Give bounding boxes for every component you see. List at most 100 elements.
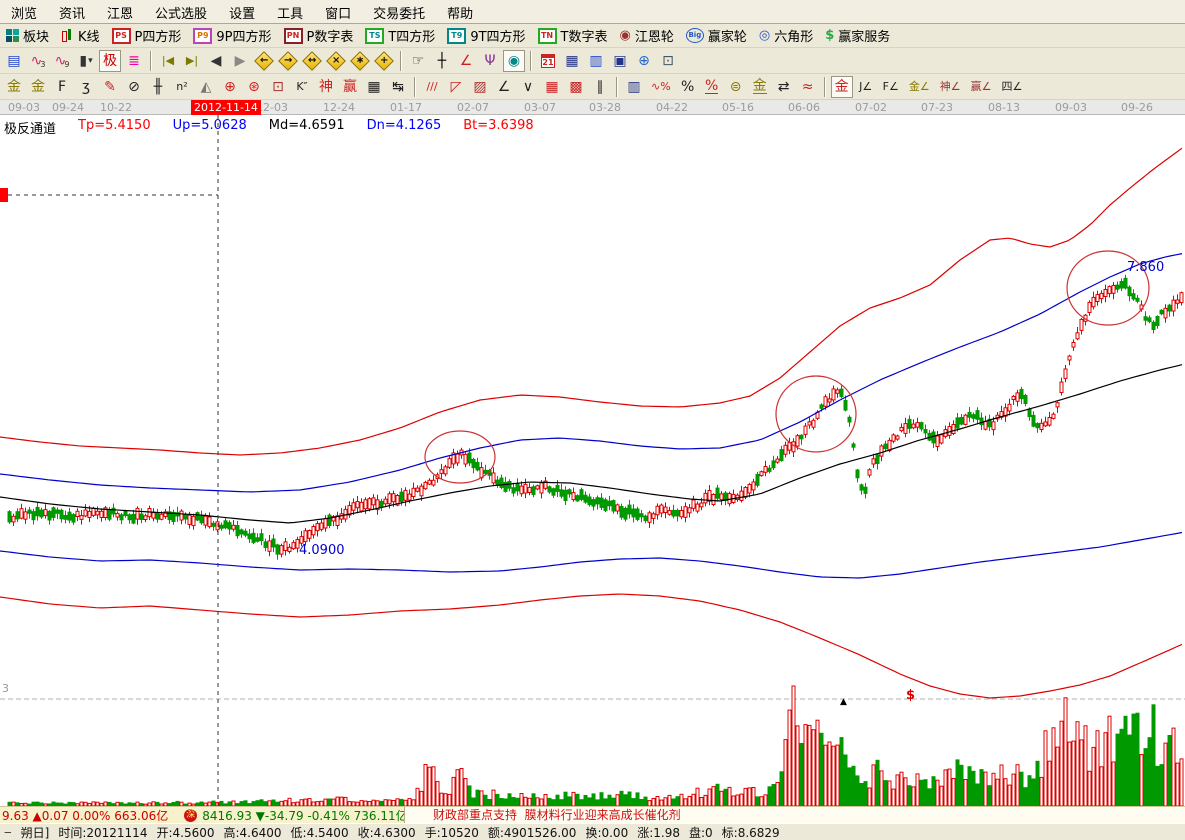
tool-mirror[interactable]: ◭ bbox=[195, 76, 217, 98]
tool-info-panel[interactable]: ▤ bbox=[3, 50, 25, 72]
tool-scale-panel[interactable]: ▥ bbox=[623, 76, 645, 98]
dropdown-arrow-icon[interactable]: ▾ bbox=[88, 56, 93, 66]
quote-field-7: 手:10520 bbox=[425, 824, 479, 840]
tool-calculator[interactable]: ▦ bbox=[561, 50, 583, 72]
tool-hexagon[interactable]: ◎六角形 bbox=[759, 26, 813, 45]
menu-item-8[interactable]: 交易委托 bbox=[362, 0, 436, 25]
k-mark-icon: K″ bbox=[296, 81, 307, 92]
tool-fan-triangle[interactable]: ◸ bbox=[445, 76, 467, 98]
menu-item-6[interactable]: 工具 bbox=[266, 0, 314, 25]
tool-parallel-lines[interactable]: ∥ bbox=[589, 76, 611, 98]
tool-shift-right[interactable]: → bbox=[277, 50, 299, 72]
tool-gold-ratio[interactable]: 金 bbox=[3, 76, 25, 98]
scroll-left-icon[interactable]: ‒ bbox=[4, 825, 12, 839]
tool-gold-angle-2[interactable]: 金∠ bbox=[905, 76, 934, 98]
tool-v-lines[interactable]: ∨ bbox=[517, 76, 539, 98]
tool-shen-angle[interactable]: 神∠ bbox=[936, 76, 965, 98]
menu-item-4[interactable]: 公式选股 bbox=[144, 0, 218, 25]
tool-step-forward[interactable]: ▶ bbox=[229, 50, 251, 72]
tool-blocks[interactable]: 板块 bbox=[6, 26, 49, 45]
tool-percent[interactable]: % bbox=[677, 76, 699, 98]
toolbar-separator bbox=[414, 77, 416, 97]
tool-zoom-out[interactable]: ∗ bbox=[349, 50, 371, 72]
tool-jifan-channel[interactable]: 极 bbox=[99, 50, 121, 72]
tool-tick-line[interactable]: ╫ bbox=[147, 76, 169, 98]
tool-gold-price[interactable]: 金 bbox=[27, 76, 49, 98]
chart-area[interactable]: 极反通道Tp=5.4150Up=5.0628Md=4.6591Dn=4.1265… bbox=[0, 115, 1185, 806]
tool-t-table[interactable]: TNT数字表 bbox=[538, 26, 608, 45]
tool-compress-horizontal[interactable]: × bbox=[325, 50, 347, 72]
tool-smart-tool[interactable]: ◉ bbox=[503, 50, 525, 72]
menu-item-2[interactable]: 资讯 bbox=[48, 0, 96, 25]
tool-step-back[interactable]: ◀ bbox=[205, 50, 227, 72]
tool-box-star[interactable]: ⊡ bbox=[267, 76, 289, 98]
tool-gold-circle[interactable]: ⊜ bbox=[725, 76, 747, 98]
tool-fibonacci[interactable]: F bbox=[51, 76, 73, 98]
tool-histogram[interactable]: ≣ bbox=[123, 50, 145, 72]
menu-item-3[interactable]: 江恩 bbox=[96, 0, 144, 25]
tool-kline[interactable]: K线 bbox=[61, 26, 100, 45]
tool-fan-box[interactable]: ▨ bbox=[469, 76, 491, 98]
tool-starburst[interactable]: ⊛ bbox=[243, 76, 265, 98]
tool-j-angle[interactable]: J∠ bbox=[855, 76, 877, 98]
tool-p9-square[interactable]: P99P四方形 bbox=[193, 26, 271, 45]
tool-first-page[interactable]: |◀ bbox=[157, 50, 179, 72]
tool-win-tool[interactable]: 赢 bbox=[339, 76, 361, 98]
tool-measure[interactable]: ↹ bbox=[387, 76, 409, 98]
tool-hand-tool[interactable]: ☞ bbox=[407, 50, 429, 72]
tool-p-square[interactable]: PSP四方形 bbox=[112, 26, 182, 45]
menu-item-9[interactable]: 帮助 bbox=[436, 0, 484, 25]
tool-angle-lines[interactable]: ∠ bbox=[493, 76, 515, 98]
tool-crosshair-tool[interactable]: ┼ bbox=[431, 50, 453, 72]
price-chart-canvas[interactable]: 7.8604.0900$▲3 bbox=[0, 115, 1185, 806]
tool-winner-service[interactable]: $赢家服务 bbox=[825, 26, 890, 45]
tool-save[interactable]: ▣ bbox=[609, 50, 631, 72]
tool-target[interactable]: ⊕ bbox=[219, 76, 241, 98]
tool-label-hexagon: 六角形 bbox=[774, 26, 813, 45]
tool-winner-wheel[interactable]: Big赢家轮 bbox=[686, 26, 747, 45]
tool-win-angle[interactable]: 赢∠ bbox=[967, 76, 996, 98]
tool-ruler[interactable]: ▦ bbox=[363, 76, 385, 98]
tool-gold-angle[interactable]: 金 bbox=[831, 76, 853, 98]
menu-item-7[interactable]: 窗口 bbox=[314, 0, 362, 25]
news-ticker[interactable]: 财政部重点支持 膜材料行业迎来高成长催化剂 bbox=[404, 807, 1185, 823]
tool-web[interactable]: ⊕ bbox=[633, 50, 655, 72]
tool-fan-lines[interactable]: /// bbox=[421, 76, 443, 98]
date-tick: 07-02 bbox=[855, 101, 887, 114]
tool-shift-left[interactable]: ← bbox=[253, 50, 275, 72]
tool-p-table[interactable]: PNP数字表 bbox=[284, 26, 354, 45]
tool-k-mark[interactable]: K″ bbox=[291, 76, 313, 98]
tool-t9-square[interactable]: T99T四方形 bbox=[447, 26, 525, 45]
tool-t-square[interactable]: TST四方形 bbox=[365, 26, 435, 45]
tool-four-angle[interactable]: 四∠ bbox=[998, 76, 1027, 98]
tool-print[interactable]: ⊡ bbox=[657, 50, 679, 72]
tool-wave-3[interactable]: ∿3 bbox=[27, 50, 49, 72]
tool-pen[interactable]: ✎ bbox=[99, 76, 121, 98]
tool-last-page[interactable]: ▶| bbox=[181, 50, 203, 72]
menu-item-1[interactable]: 浏览 bbox=[0, 0, 48, 25]
tool-calendar[interactable]: 21 bbox=[537, 50, 559, 72]
tool-zoom-in[interactable]: + bbox=[373, 50, 395, 72]
tool-wave-9[interactable]: ∿9 bbox=[51, 50, 73, 72]
tool-swap-tool[interactable]: ⇄ bbox=[773, 76, 795, 98]
tool-shen-tool[interactable]: 神 bbox=[315, 76, 337, 98]
menu-item-5[interactable]: 设置 bbox=[218, 0, 266, 25]
tool-gann-tool[interactable]: Ψ bbox=[479, 50, 501, 72]
tool-percent-line[interactable]: % bbox=[701, 76, 723, 98]
web-icon: ⊕ bbox=[638, 54, 650, 68]
tool-cycle-circle[interactable]: ⊘ bbox=[123, 76, 145, 98]
tool-gann-wheel[interactable]: ◉江恩轮 bbox=[619, 26, 673, 45]
tool-notes[interactable]: ▥ bbox=[585, 50, 607, 72]
tool-candle-type[interactable]: ▮▾ bbox=[75, 50, 97, 72]
tool-f-angle[interactable]: F∠ bbox=[879, 76, 903, 98]
tool-wave-percent[interactable]: ∿% bbox=[647, 76, 675, 98]
tool-grid-red[interactable]: ▦ bbox=[541, 76, 563, 98]
tool-spiral[interactable]: ʒ bbox=[75, 76, 97, 98]
date-axis[interactable]: 09-0309-2410-2212-0312-2401-1702-0703-07… bbox=[0, 100, 1185, 115]
tool-grid-box[interactable]: ▩ bbox=[565, 76, 587, 98]
tool-expand-horizontal[interactable]: ↔ bbox=[301, 50, 323, 72]
tool-wave-tool[interactable]: ≈ bbox=[797, 76, 819, 98]
tool-n-square[interactable]: n² bbox=[171, 76, 193, 98]
tool-gold-lines[interactable]: 金 bbox=[749, 76, 771, 98]
tool-angle-tool[interactable]: ∠ bbox=[455, 50, 477, 72]
